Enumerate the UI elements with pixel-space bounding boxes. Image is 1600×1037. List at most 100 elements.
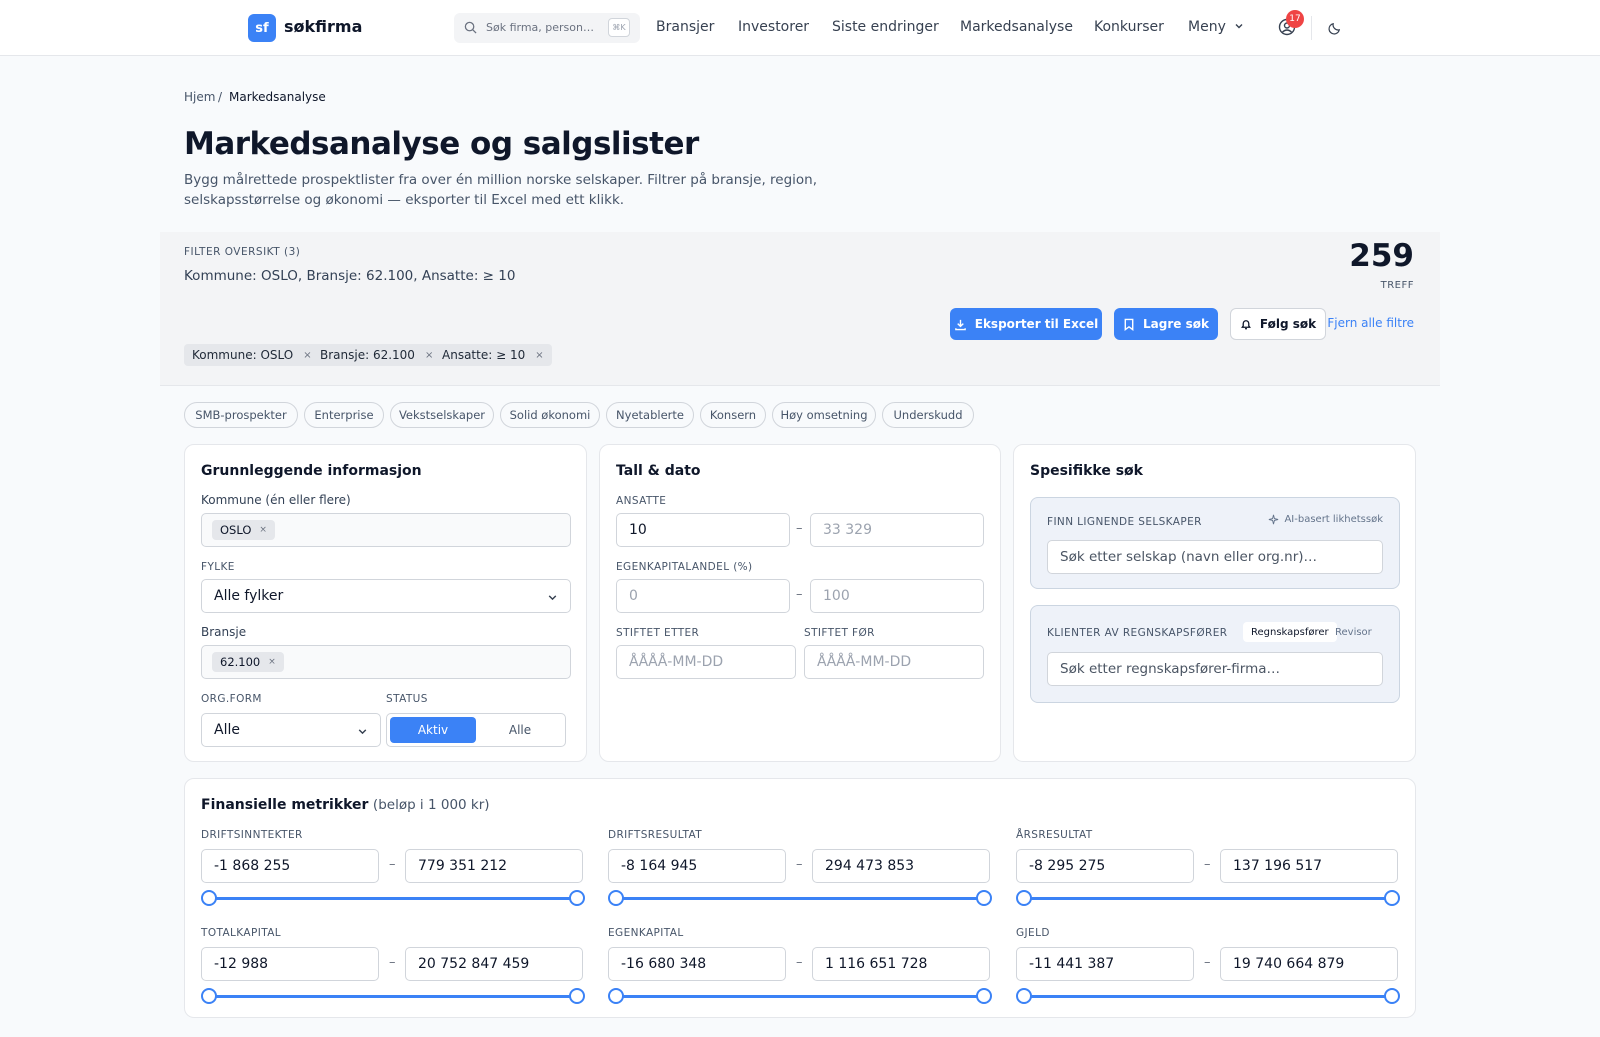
preset-enterprise[interactable]: Enterprise bbox=[304, 402, 384, 428]
metric-max-input[interactable]: 779 351 212 bbox=[405, 849, 583, 883]
filter-chip-bransje[interactable]: Bransje: 62.100 × bbox=[312, 344, 442, 366]
preset-underskudd[interactable]: Underskudd bbox=[882, 402, 974, 428]
ansatte-min-input[interactable]: 10 bbox=[616, 513, 790, 547]
egenkapitalandel-min-input[interactable]: 0 bbox=[616, 579, 790, 613]
similar-company-input[interactable]: Søk etter selskap (navn eller org.nr)… bbox=[1047, 540, 1383, 574]
search-icon bbox=[464, 21, 477, 34]
preset-solid[interactable]: Solid økonomi bbox=[500, 402, 600, 428]
metric-min-input[interactable]: -16 680 348 bbox=[608, 947, 786, 981]
slider-max-handle[interactable] bbox=[1384, 988, 1400, 1004]
basic-info-card: Grunnleggende informasjon Kommune (én el… bbox=[184, 444, 587, 762]
preset-konsern[interactable]: Konsern bbox=[700, 402, 766, 428]
range-slider-track[interactable] bbox=[1022, 897, 1392, 900]
close-icon[interactable]: × bbox=[535, 350, 543, 361]
metric-min-input[interactable]: -11 441 387 bbox=[1016, 947, 1194, 981]
card-title: Spesifikke søk bbox=[1030, 463, 1143, 479]
accountant-label: KLIENTER AV REGNSKAPSFØRER bbox=[1047, 627, 1228, 639]
kommune-input[interactable]: OSLO × bbox=[201, 513, 571, 547]
top-nav: sf søkfirma Søk firma, person… ⌘K Bransj… bbox=[0, 0, 1600, 56]
stiftet-etter-input[interactable]: ÅÅÅÅ-MM-DD bbox=[616, 645, 796, 679]
export-excel-button[interactable]: Eksporter til Excel bbox=[950, 308, 1102, 340]
range-slider-track[interactable] bbox=[207, 995, 577, 998]
clear-filters-link[interactable]: Fjern alle filtre bbox=[1327, 316, 1414, 330]
nav-link-siste-endringer[interactable]: Siste endringer bbox=[832, 19, 939, 35]
status-active-option[interactable]: Aktiv bbox=[390, 717, 476, 743]
nav-link-investorer[interactable]: Investorer bbox=[738, 19, 809, 35]
range-slider-track[interactable] bbox=[207, 897, 577, 900]
filter-chip-kommune[interactable]: Kommune: OSLO × bbox=[184, 344, 320, 366]
slider-min-handle[interactable] bbox=[608, 890, 624, 906]
slider-max-handle[interactable] bbox=[976, 988, 992, 1004]
follow-search-button[interactable]: Følg søk bbox=[1230, 308, 1326, 340]
nav-menu-button[interactable]: Meny bbox=[1188, 19, 1244, 35]
filter-chip-ansatte[interactable]: Ansatte: ≥ 10 × bbox=[434, 344, 552, 366]
save-search-label: Lagre søk bbox=[1143, 317, 1209, 331]
metric-max-input[interactable]: 294 473 853 bbox=[812, 849, 990, 883]
metric-totalkapital: TOTALKAPITAL -12 988 – 20 752 847 459 bbox=[201, 927, 585, 1037]
close-icon[interactable]: × bbox=[303, 350, 311, 361]
metric-min-input[interactable]: -12 988 bbox=[201, 947, 379, 981]
logo-text[interactable]: søkfirma bbox=[284, 17, 362, 36]
egenkapitalandel-max-input[interactable]: 100 bbox=[810, 579, 984, 613]
slider-min-handle[interactable] bbox=[1016, 890, 1032, 906]
metric-max-input[interactable]: 19 740 664 879 bbox=[1220, 947, 1398, 981]
close-icon[interactable]: × bbox=[259, 525, 267, 535]
nav-link-markedsanalyse[interactable]: Markedsanalyse bbox=[960, 19, 1073, 35]
ai-label: AI-basert likhetssøk bbox=[1284, 514, 1383, 525]
slider-min-handle[interactable] bbox=[201, 988, 217, 1004]
metric-max-input[interactable]: 20 752 847 459 bbox=[405, 947, 583, 981]
metric-min-input[interactable]: -8 295 275 bbox=[1016, 849, 1194, 883]
ansatte-max-input[interactable]: 33 329 bbox=[810, 513, 984, 547]
slider-max-handle[interactable] bbox=[569, 890, 585, 906]
range-slider-track[interactable] bbox=[614, 995, 984, 998]
preset-nyetablerte[interactable]: Nyetablerte bbox=[606, 402, 694, 428]
close-icon[interactable]: × bbox=[268, 657, 276, 667]
nav-link-konkurser[interactable]: Konkurser bbox=[1094, 19, 1164, 35]
kommune-tag[interactable]: OSLO × bbox=[212, 520, 275, 540]
slider-min-handle[interactable] bbox=[201, 890, 217, 906]
preset-smb[interactable]: SMB-prospekter bbox=[184, 402, 298, 428]
nav-divider bbox=[1311, 16, 1312, 40]
metric-min-input[interactable]: -8 164 945 bbox=[608, 849, 786, 883]
toggle-regnskapsforer[interactable]: Regnskapsfører bbox=[1243, 622, 1337, 642]
slider-min-handle[interactable] bbox=[608, 988, 624, 1004]
search-placeholder: Søk firma, person… bbox=[486, 21, 594, 34]
tag-label: OSLO bbox=[220, 523, 252, 537]
page-title: Markedsanalyse og salgslister bbox=[184, 126, 699, 162]
close-icon[interactable]: × bbox=[425, 350, 433, 361]
bransje-tag[interactable]: 62.100 × bbox=[212, 652, 284, 672]
metric-min-input[interactable]: -1 868 255 bbox=[201, 849, 379, 883]
ansatte-label: ANSATTE bbox=[616, 495, 667, 507]
metric-max-input[interactable]: 1 116 651 728 bbox=[812, 947, 990, 981]
accountant-input[interactable]: Søk etter regnskapsfører-firma… bbox=[1047, 652, 1383, 686]
breadcrumb-home[interactable]: Hjem bbox=[184, 90, 215, 104]
slider-max-handle[interactable] bbox=[1384, 890, 1400, 906]
card-title: Tall & dato bbox=[616, 463, 701, 479]
logo-mark[interactable]: sf bbox=[248, 14, 276, 42]
preset-hoy-omsetning[interactable]: Høy omsetning bbox=[772, 402, 876, 428]
stiftet-etter-label: STIFTET ETTER bbox=[616, 627, 700, 639]
orgform-select[interactable]: Alle bbox=[201, 713, 381, 747]
range-slider-track[interactable] bbox=[614, 897, 984, 900]
similar-companies-panel: FINN LIGNENDE SELSKAPER AI-basert likhet… bbox=[1030, 497, 1400, 589]
toggle-revisor[interactable]: Revisor bbox=[1327, 622, 1380, 642]
range-slider-track[interactable] bbox=[1022, 995, 1392, 998]
search-input[interactable]: Søk firma, person… ⌘K bbox=[454, 13, 640, 43]
slider-max-handle[interactable] bbox=[569, 988, 585, 1004]
orgform-value: Alle bbox=[214, 722, 240, 738]
bransje-input[interactable]: 62.100 × bbox=[201, 645, 571, 679]
preset-vekst[interactable]: Vekstselskaper bbox=[390, 402, 494, 428]
moon-icon[interactable] bbox=[1328, 20, 1343, 35]
metric-max-input[interactable]: 137 196 517 bbox=[1220, 849, 1398, 883]
download-icon bbox=[954, 319, 966, 330]
fylke-select[interactable]: Alle fylker bbox=[201, 579, 571, 613]
page-lead: Bygg målrettede prospektlister fra over … bbox=[184, 172, 818, 208]
status-all-option[interactable]: Alle bbox=[477, 717, 563, 743]
stiftet-for-input[interactable]: ÅÅÅÅ-MM-DD bbox=[804, 645, 984, 679]
nav-link-bransjer[interactable]: Bransjer bbox=[656, 19, 714, 35]
save-search-button[interactable]: Lagre søk bbox=[1114, 308, 1218, 340]
slider-min-handle[interactable] bbox=[1016, 988, 1032, 1004]
range-dash: – bbox=[796, 521, 803, 536]
financial-title-text: Finansielle metrikker bbox=[201, 797, 369, 813]
slider-max-handle[interactable] bbox=[976, 890, 992, 906]
